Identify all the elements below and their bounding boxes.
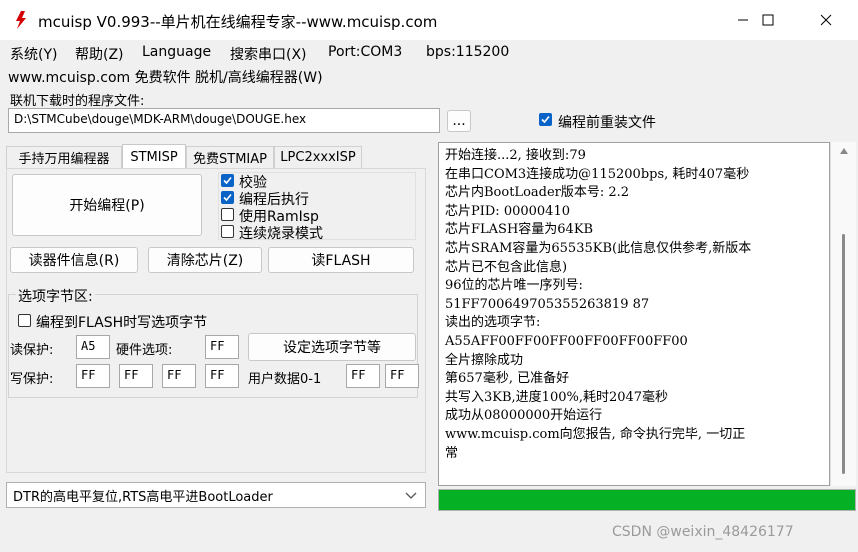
write-protect-field-2[interactable]: FF (162, 364, 196, 388)
reload-file-label: 编程前重装文件 (558, 115, 656, 131)
log-scrollbar[interactable] (830, 142, 856, 486)
log-line: 全片擦除成功 (445, 352, 524, 368)
window-title: mcuisp V0.993--单片机在线编程专家--www.mcuisp.com (38, 13, 438, 31)
log-line: 96位的芯片唯一序列号: (445, 278, 583, 294)
log-line: 芯片已不包含此信息) (445, 259, 568, 275)
tab-free-stmiap[interactable]: 免费STMIAP (186, 146, 274, 168)
menu-bps[interactable]: bps:115200 (426, 44, 509, 60)
set-option-bytes-button[interactable]: 设定选项字节等 (248, 333, 416, 361)
tab-handheld-programmer[interactable]: 手持万用编程器 (6, 146, 122, 168)
log-line: 芯片PID: 00000410 (445, 203, 570, 219)
verify-checkbox[interactable] (221, 174, 234, 187)
run-after-program-checkbox[interactable] (221, 191, 234, 204)
menu-search-port[interactable]: 搜索串口(X) (230, 44, 307, 64)
read-protect-label: 读保护: (10, 343, 54, 358)
user-data-label: 用户数据0-1 (248, 372, 322, 387)
check-icon (541, 115, 550, 124)
menu-offline-programmer[interactable]: www.mcuisp.com 免费软件 脱机/高线编程器(W) (8, 67, 323, 87)
scrollbar-thumb[interactable] (842, 234, 845, 474)
use-ramisp-checkbox[interactable] (221, 208, 234, 221)
check-icon (223, 176, 232, 185)
log-line: 芯片FLASH容量为64KB (445, 222, 594, 238)
user-data-field-0[interactable]: FF (346, 364, 380, 388)
erase-chip-button[interactable]: 清除芯片(Z) (148, 247, 262, 273)
continuous-mode-checkbox[interactable] (221, 225, 234, 238)
read-flash-button[interactable]: 读FLASH (268, 247, 414, 273)
log-line: A55AFF00FF00FF00FF00FF00FF00 (445, 333, 688, 349)
log-line: 读出的选项字节: (445, 315, 541, 331)
continuous-mode-label: 连续烧录模式 (239, 226, 323, 242)
check-icon (223, 193, 232, 202)
option-bytes-label: 选项字节区: (16, 286, 95, 306)
close-button[interactable] (803, 0, 849, 40)
hw-option-field[interactable]: FF (205, 335, 239, 359)
log-line: www.mcuisp.com向您报告, 命令执行完毕, 一切正 (445, 426, 746, 442)
tab-stmisp[interactable]: STMISP (122, 144, 186, 170)
watermark-text: CSDN @weixin_48426177 (612, 524, 794, 540)
menu-system[interactable]: 系统(Y) (10, 44, 57, 64)
maximize-icon (762, 14, 774, 26)
log-line: 在串口COM3连接成功@115200bps, 耗时407毫秒 (445, 166, 750, 182)
write-option-bytes-checkbox[interactable] (18, 314, 31, 327)
menu-language[interactable]: Language (142, 44, 211, 60)
log-line: 芯片内BootLoader版本号: 2.2 (445, 185, 630, 201)
log-output: 开始连接...2, 接收到:79 在串口COM3连接成功@115200bps, … (438, 142, 830, 486)
write-option-bytes-label: 编程到FLASH时写选项字节 (36, 315, 208, 331)
close-icon (820, 14, 832, 26)
write-protect-field-1[interactable]: FF (119, 364, 153, 388)
user-data-field-1[interactable]: FF (385, 364, 419, 388)
file-path-field[interactable]: D:\STMCube\douge\MDK-ARM\douge\DOUGE.hex (8, 108, 440, 133)
log-line: 51FF700649705355263819 87 (445, 296, 650, 312)
browse-button[interactable]: ... (447, 110, 471, 132)
hw-option-label: 硬件选项: (116, 343, 173, 358)
maximize-button[interactable] (745, 0, 791, 40)
log-line: 共写入3KB,进度100%,耗时2047毫秒 (445, 389, 669, 405)
scroll-up-icon[interactable] (840, 148, 848, 154)
read-protect-field[interactable]: A5 (76, 335, 110, 359)
log-line: 芯片SRAM容量为65535KB(此信息仅供参考,新版本 (445, 240, 752, 256)
write-protect-label: 写保护: (10, 372, 54, 387)
menu-port[interactable]: Port:COM3 (328, 44, 402, 60)
app-logo-icon (16, 11, 26, 29)
chevron-down-icon (405, 492, 417, 499)
tab-lpc2xxxisp[interactable]: LPC2xxxISP (274, 146, 362, 168)
log-line: 成功从08000000开始运行 (445, 408, 603, 424)
log-line: 第657毫秒, 已准备好 (445, 371, 570, 387)
progress-fill (439, 490, 855, 510)
progress-bar (438, 489, 856, 511)
log-line: 开始连接...2, 接收到:79 (445, 148, 586, 163)
write-protect-field-0[interactable]: FF (76, 364, 110, 388)
file-label: 联机下载时的程序文件: (10, 94, 145, 109)
write-protect-field-3[interactable]: FF (205, 364, 239, 388)
log-line: 常 (445, 445, 459, 461)
menu-help[interactable]: 帮助(Z) (75, 44, 124, 64)
reload-file-checkbox[interactable] (539, 113, 552, 126)
boot-mode-select[interactable]: DTR的高电平复位,RTS高电平进BootLoader (6, 482, 426, 508)
read-device-info-button[interactable]: 读器件信息(R) (10, 247, 138, 273)
start-programming-button[interactable]: 开始编程(P) (12, 174, 202, 236)
boot-mode-value: DTR的高电平复位,RTS高电平进BootLoader (13, 489, 273, 505)
